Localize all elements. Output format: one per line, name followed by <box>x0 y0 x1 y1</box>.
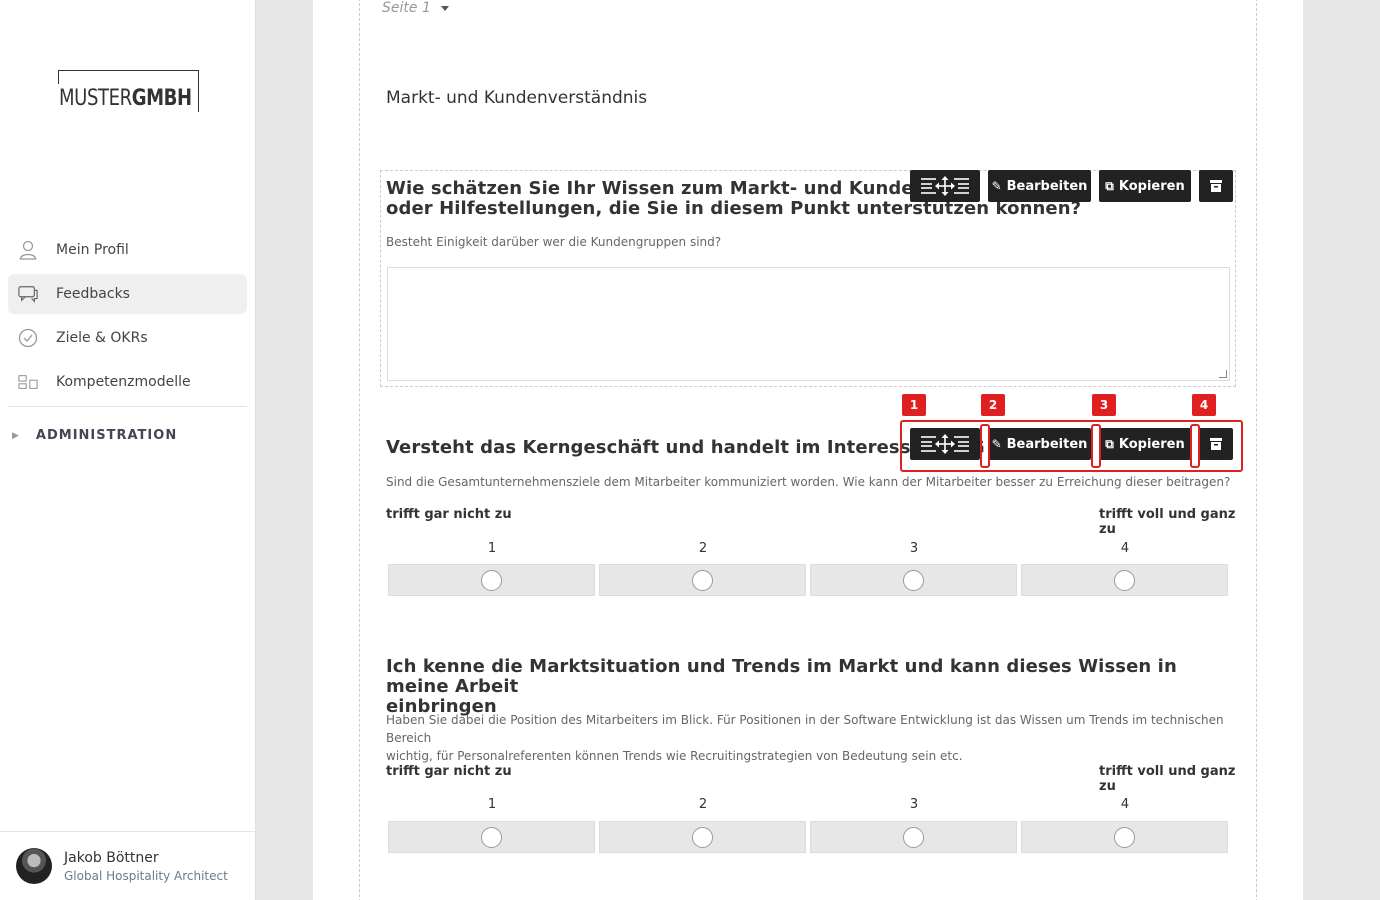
question-title: Ich kenne die Marktsituation und Trends … <box>386 657 1236 717</box>
rating-cell[interactable] <box>599 821 806 853</box>
scale-number: 1 <box>487 541 497 556</box>
section-title: Markt- und Kundenverständnis <box>386 88 648 108</box>
rating-cell[interactable] <box>1021 821 1228 853</box>
annotation-marker <box>1190 424 1200 468</box>
scale-low-label: trifft gar nicht zu <box>386 507 512 522</box>
scale-number: 4 <box>1120 797 1130 812</box>
rating-cell[interactable] <box>388 821 595 853</box>
scale-number: 3 <box>909 541 919 556</box>
question-title-line: Ich kenne die Marktsituation und Trends … <box>386 656 1177 697</box>
question-block[interactable]: Wie schätzen Sie Ihr Wissen zum Markt- u… <box>380 170 1236 387</box>
sidebar-item-administration[interactable]: ▶ ADMINISTRATION <box>12 428 177 443</box>
archive-icon <box>1210 180 1222 192</box>
scale-number: 1 <box>487 797 497 812</box>
edit-button[interactable]: ✎ Bearbeiten <box>988 170 1091 202</box>
radio-button[interactable] <box>1114 569 1135 591</box>
resize-handle-icon[interactable] <box>1219 370 1227 378</box>
sidebar-item-kompetenzmodelle[interactable]: Kompetenzmodelle <box>8 362 247 402</box>
radio-button[interactable] <box>481 826 502 848</box>
copy-icon: ⧉ <box>1105 178 1114 193</box>
question-description-line: wichtig, für Personalreferenten können T… <box>386 749 963 763</box>
question-description: Haben Sie dabei die Position des Mitarbe… <box>386 711 1246 765</box>
radio-button[interactable] <box>903 826 924 848</box>
rating-cell[interactable] <box>599 564 806 596</box>
annotation-badge: 2 <box>981 394 1005 416</box>
sidebar-item-ziele-okrs[interactable]: Ziele & OKRs <box>8 318 247 358</box>
model-icon <box>18 372 38 392</box>
chat-icon <box>18 284 38 304</box>
logo-text-part1: MUSTER <box>59 86 132 111</box>
move-icon <box>921 176 969 196</box>
radio-button[interactable] <box>692 569 713 591</box>
question-toolbar: ✎ Bearbeiten ⧉ Kopieren <box>910 170 1233 202</box>
copy-label: Kopieren <box>1118 178 1185 194</box>
check-circle-icon <box>18 328 38 348</box>
radio-button[interactable] <box>692 826 713 848</box>
radio-button[interactable] <box>481 569 502 591</box>
move-button[interactable] <box>910 170 980 202</box>
scale-low-label: trifft gar nicht zu <box>386 764 512 779</box>
scale-high-label: trifft voll und ganz zu <box>1099 507 1236 537</box>
logo-text-part2: GMBH <box>131 86 192 111</box>
caret-down-icon <box>440 5 449 11</box>
scale-number: 4 <box>1120 541 1130 556</box>
user-icon <box>18 240 38 260</box>
scale-number: 2 <box>698 541 708 556</box>
annotation-marker <box>980 424 990 468</box>
sidebar-item-mein-profil[interactable]: Mein Profil <box>8 230 247 270</box>
edit-label: Bearbeiten <box>1006 178 1088 194</box>
scale-number: 2 <box>698 797 708 812</box>
rating-cell[interactable] <box>810 821 1017 853</box>
page-selector[interactable]: Seite 1 <box>382 0 449 16</box>
sidebar-nav: Mein Profil Feedbacks Ziele & OKRs Kompe… <box>8 230 247 407</box>
sidebar: MUSTERGMBH Mein Profil Feedbacks Ziele &… <box>0 0 256 900</box>
user-role: Global Hospitality Architect <box>64 869 228 883</box>
scale-number: 3 <box>909 797 919 812</box>
rating-cell[interactable] <box>388 564 595 596</box>
annotation-badge: 3 <box>1092 394 1116 416</box>
sidebar-item-label: Ziele & OKRs <box>56 330 148 346</box>
question-description-line: Haben Sie dabei die Position des Mitarbe… <box>386 713 1224 745</box>
company-logo[interactable]: MUSTERGMBH <box>58 70 199 112</box>
question-description: Sind die Gesamtunternehmensziele dem Mit… <box>386 475 1231 489</box>
question-description: Besteht Einigkeit darüber wer die Kunden… <box>386 235 722 249</box>
sidebar-item-label: Kompetenzmodelle <box>56 374 191 390</box>
divider <box>8 406 247 407</box>
annotation-badge: 1 <box>902 394 926 416</box>
sidebar-item-label: Mein Profil <box>56 242 129 258</box>
user-profile[interactable]: Jakob Böttner Global Hospitality Archite… <box>0 831 255 900</box>
answer-textarea[interactable] <box>387 267 1230 381</box>
avatar <box>16 848 52 884</box>
annotation-badge: 4 <box>1192 394 1216 416</box>
sidebar-item-feedbacks[interactable]: Feedbacks <box>8 274 247 314</box>
question-title: Versteht das Kerngeschäft und handelt im… <box>386 437 985 458</box>
user-name: Jakob Böttner <box>64 850 159 866</box>
archive-button[interactable] <box>1199 170 1233 202</box>
rating-cell[interactable] <box>810 564 1017 596</box>
copy-button[interactable]: ⧉ Kopieren <box>1099 170 1191 202</box>
admin-label: ADMINISTRATION <box>35 428 178 443</box>
page-label: Seite 1 <box>382 0 431 16</box>
sidebar-item-label: Feedbacks <box>56 286 130 302</box>
annotation-marker <box>1091 424 1101 468</box>
question-title-line: oder Hilfestellungen, die Sie in diesem … <box>386 198 1082 219</box>
chevron-right-icon: ▶ <box>12 430 20 441</box>
scale-high-label: trifft voll und ganz zu <box>1099 764 1236 794</box>
rating-cell[interactable] <box>1021 564 1228 596</box>
radio-button[interactable] <box>1114 826 1135 848</box>
radio-button[interactable] <box>903 569 924 591</box>
pencil-icon: ✎ <box>991 179 1002 193</box>
